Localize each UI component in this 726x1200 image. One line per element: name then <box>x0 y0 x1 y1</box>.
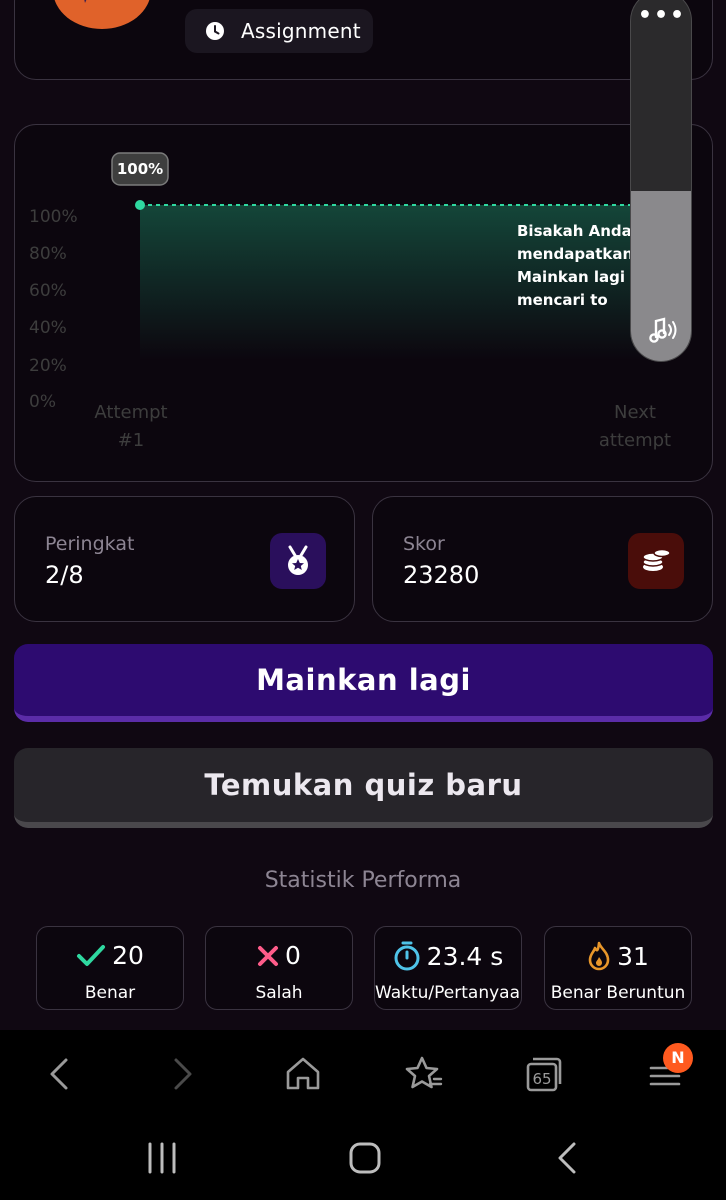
assignment-tag: Assignment <box>185 9 373 53</box>
stopwatch-icon <box>394 941 420 971</box>
correct-stat-card: 20 Benar <box>36 926 184 1010</box>
rank-label: Peringkat <box>45 533 135 555</box>
clock-icon <box>206 22 224 40</box>
x-tick-label: Next <box>614 402 656 423</box>
rank-card: Peringkat 2/8 <box>14 496 355 622</box>
fire-icon <box>588 941 610 971</box>
raven-icon <box>84 0 87 3</box>
performance-stats-title: Statistik Performa <box>264 868 462 893</box>
forward-arrow-icon[interactable] <box>162 1054 202 1094</box>
rank-value: 2/8 <box>45 561 84 589</box>
home-button-icon[interactable] <box>345 1138 385 1178</box>
time-per-question-card: 23.4 s Waktu/Pertanyaan <box>374 926 522 1010</box>
bookmark-star-icon[interactable] <box>404 1054 444 1094</box>
system-navigation-bar <box>0 1116 726 1200</box>
attempts-chart-card: 100% 80% 60% 40% 20% 0% 100% Attempt #1 Next attem… <box>14 124 713 482</box>
time-per-question-label: Waktu/Pertanyaan <box>375 983 522 1003</box>
quiz-header-card: Assignment <box>14 0 713 80</box>
wrong-stat-card: 0 Salah <box>205 926 353 1010</box>
chart-annotation-line: mencari to <box>517 291 608 309</box>
x-tick-label: Attempt <box>94 402 167 423</box>
chart-annotation-line: Bisakah Anda <box>517 222 632 240</box>
volume-menu-icon[interactable]: ••• <box>631 5 691 27</box>
score-card: Skor 23280 <box>372 496 713 622</box>
medal-icon <box>270 533 326 589</box>
music-note-icon[interactable] <box>646 313 680 347</box>
y-tick-label: 0% <box>29 392 56 412</box>
x-tick-label: attempt <box>599 430 671 451</box>
chart-annotation-line: Mainkan lagi <box>517 268 625 286</box>
back-arrow-icon[interactable] <box>40 1054 80 1094</box>
quiz-avatar <box>53 0 151 29</box>
home-icon[interactable] <box>283 1054 323 1094</box>
play-again-button[interactable]: Mainkan lagi <box>14 644 713 722</box>
coins-icon <box>628 533 684 589</box>
y-tick-label: 100% <box>29 207 78 227</box>
find-new-quiz-button[interactable]: Temukan quiz baru <box>14 748 713 828</box>
volume-slider[interactable]: ••• <box>630 0 692 362</box>
y-tick-label: 60% <box>29 281 67 301</box>
time-per-question-value: 23.4 s <box>426 941 504 971</box>
wrong-count: 0 <box>285 941 301 970</box>
assignment-label: Assignment <box>241 19 361 43</box>
streak-count: 31 <box>617 941 649 971</box>
x-tick-label: #1 <box>118 430 145 451</box>
score-label: Skor <box>403 533 445 555</box>
y-tick-label: 20% <box>29 356 67 376</box>
tabs-count: 65 <box>532 1070 551 1088</box>
y-tick-label: 80% <box>29 244 67 264</box>
wrong-label: Salah <box>255 983 303 1003</box>
system-back-icon[interactable] <box>550 1138 586 1178</box>
check-icon <box>77 944 106 966</box>
notification-badge: N <box>663 1043 693 1073</box>
tabs-icon[interactable]: 65 <box>524 1054 564 1094</box>
chart-annotation-line: mendapatkan <box>517 245 633 263</box>
correct-label: Benar <box>84 983 136 1003</box>
correct-count: 20 <box>112 941 144 970</box>
quiz-results-screen: Assignment 100% 80% 60% 40% 20% 0% 100% Attempt… <box>0 0 726 1030</box>
y-tick-label: 40% <box>29 318 67 338</box>
recent-apps-icon[interactable] <box>142 1140 182 1176</box>
score-value: 23280 <box>403 561 480 589</box>
data-point <box>135 200 145 210</box>
streak-stat-card: 31 Benar Beruntun <box>544 926 692 1010</box>
data-label: 100% <box>117 160 163 178</box>
streak-label: Benar Beruntun <box>550 983 686 1003</box>
cross-icon <box>258 945 279 966</box>
browser-toolbar: 65 <box>0 1030 726 1116</box>
attempts-chart: 100% 80% 60% 40% 20% 0% 100% Attempt #1 Next attem… <box>29 152 671 451</box>
